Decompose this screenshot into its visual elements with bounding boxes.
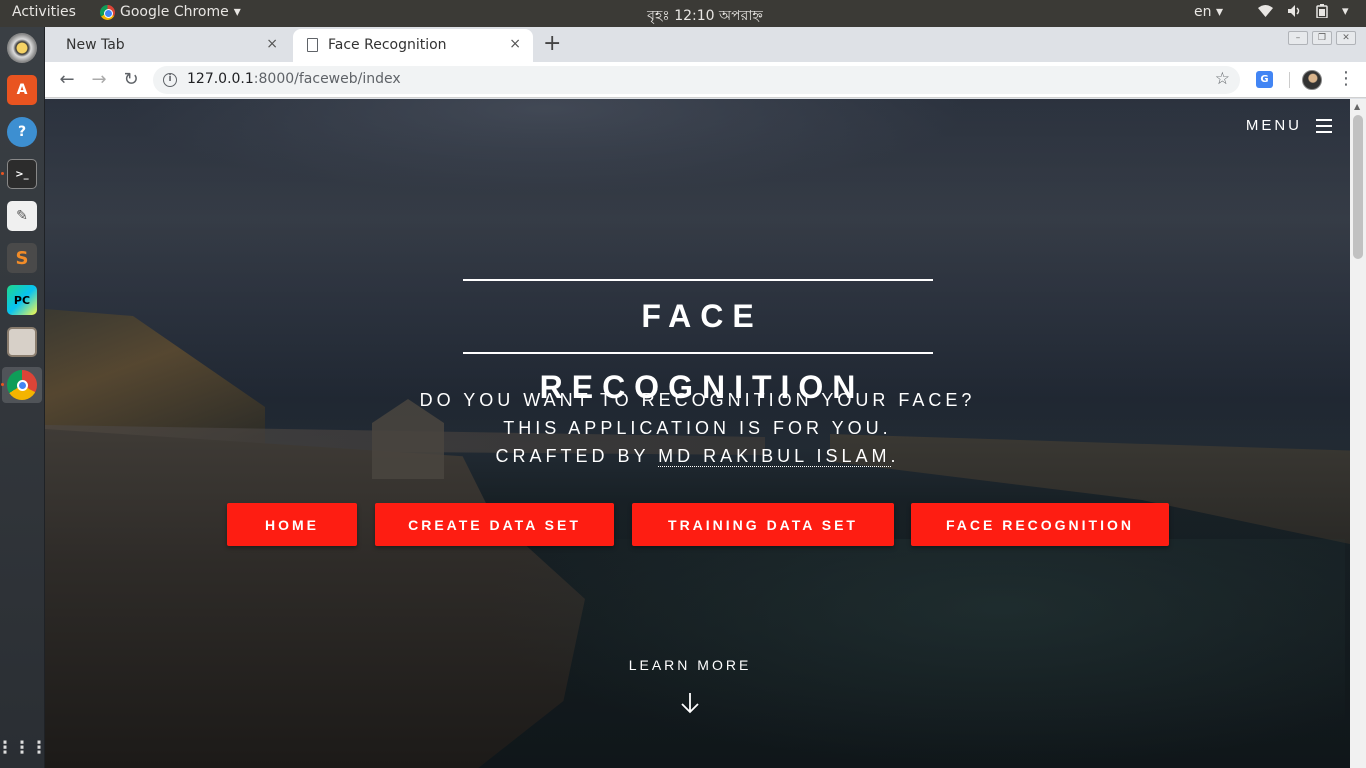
- forward-icon[interactable]: →: [87, 68, 111, 92]
- scroll-up-icon[interactable]: ▲: [1354, 102, 1360, 111]
- chrome-window: New Tab × Face Recognition × + – ❐ ✕ ← →…: [45, 27, 1366, 768]
- training-data-set-button[interactable]: TRAINING DATA SET: [632, 503, 894, 546]
- ubuntu-software-icon[interactable]: A: [7, 75, 37, 105]
- page-viewport: FACE RECOGNITION DO YOU WANT TO RECOGNIT…: [45, 99, 1350, 768]
- document-icon: [307, 38, 318, 52]
- toolbar-divider: [1289, 72, 1290, 88]
- terminal-icon[interactable]: >_: [7, 159, 37, 189]
- chevron-down-icon: ▾: [1215, 4, 1223, 20]
- close-icon[interactable]: ×: [266, 36, 278, 52]
- maximize-icon[interactable]: ❐: [1312, 31, 1332, 45]
- hero-subtitle: DO YOU WANT TO RECOGNITION YOUR FACE? TH…: [45, 386, 1350, 470]
- arrow-down-icon[interactable]: [678, 691, 702, 715]
- browser-toolbar: ← → ↻ i 127.0.0.1:8000/faceweb/index ☆ G…: [45, 62, 1366, 98]
- reload-icon[interactable]: ↻: [119, 68, 143, 92]
- launcher-dock: A ? >_ ✎ S PC ⋮⋮⋮: [0, 27, 48, 768]
- new-tab-button[interactable]: +: [543, 31, 561, 56]
- clock[interactable]: বৃহঃ 12:10 অপরাহ্ন: [0, 4, 1366, 28]
- create-data-set-button[interactable]: CREATE DATA SET: [375, 503, 614, 546]
- subtitle-line: DO YOU WANT TO RECOGNITION YOUR FACE?: [419, 390, 976, 410]
- tab-title: New Tab: [66, 37, 125, 53]
- language-indicator[interactable]: en ▾: [1194, 4, 1223, 20]
- credit-suffix: .: [890, 446, 900, 466]
- tab-strip: New Tab × Face Recognition × + – ❐ ✕: [45, 27, 1366, 62]
- hamburger-icon: [1316, 118, 1332, 133]
- show-applications-icon[interactable]: ⋮⋮⋮: [0, 733, 48, 763]
- tab-title: Face Recognition: [328, 37, 447, 53]
- title-box: FACE RECOGNITION: [463, 279, 933, 405]
- star-icon[interactable]: ☆: [1215, 69, 1230, 89]
- chrome-icon[interactable]: [7, 370, 37, 400]
- close-icon[interactable]: ×: [509, 36, 521, 52]
- pycharm-icon[interactable]: PC: [7, 285, 37, 315]
- home-button[interactable]: HOME: [227, 503, 357, 546]
- profile-icon[interactable]: [1302, 70, 1322, 90]
- url-text: 127.0.0.1:8000/faceweb/index: [187, 71, 401, 87]
- rhythmbox-icon[interactable]: [7, 33, 37, 63]
- url-host: 127.0.0.1: [187, 71, 254, 87]
- tab-new-tab[interactable]: New Tab ×: [45, 29, 290, 62]
- translate-icon[interactable]: G: [1256, 71, 1273, 88]
- menu-label: MENU: [1245, 117, 1302, 134]
- volume-icon: [1288, 5, 1300, 17]
- close-window-icon[interactable]: ✕: [1336, 31, 1356, 45]
- credit-prefix: CRAFTED BY: [495, 446, 659, 466]
- window-controls: – ❐ ✕: [1288, 31, 1356, 45]
- url-path: :8000/faceweb/index: [253, 71, 401, 87]
- info-icon[interactable]: i: [163, 73, 177, 87]
- minimize-icon[interactable]: –: [1288, 31, 1308, 45]
- help-icon[interactable]: ?: [7, 117, 37, 147]
- language-label: en: [1194, 4, 1212, 20]
- subtitle-line: THIS APPLICATION IS FOR YOU.: [503, 418, 892, 438]
- running-indicator: [1, 383, 4, 386]
- kebab-icon[interactable]: ⋮: [1337, 68, 1355, 89]
- learn-more-link[interactable]: LEARN MORE: [45, 657, 1335, 673]
- menu-button[interactable]: MENU: [1246, 117, 1332, 134]
- sublime-text-icon[interactable]: S: [7, 243, 37, 273]
- face-recognition-button[interactable]: FACE RECOGNITION: [911, 503, 1169, 546]
- system-menu[interactable]: ▾: [1258, 4, 1349, 19]
- scrollbar-thumb[interactable]: [1353, 115, 1363, 259]
- back-icon[interactable]: ←: [55, 68, 79, 92]
- author-link[interactable]: MD RAKIBUL ISLAM: [658, 446, 891, 467]
- wifi-icon: [1258, 5, 1273, 17]
- subtitle-line: CRAFTED BY MD RAKIBUL ISLAM.: [45, 442, 1350, 470]
- gnome-top-bar: Activities Google Chrome ▾ বৃহঃ 12:10 অপ…: [0, 0, 1366, 27]
- battery-icon: [1316, 4, 1328, 18]
- running-indicator: [1, 172, 4, 175]
- text-editor-icon[interactable]: ✎: [7, 201, 37, 231]
- files-icon[interactable]: [7, 327, 37, 357]
- page-scrollbar[interactable]: ▲: [1350, 99, 1366, 768]
- hero-section: FACE RECOGNITION DO YOU WANT TO RECOGNIT…: [45, 99, 1350, 768]
- tab-face-recognition[interactable]: Face Recognition ×: [293, 29, 533, 62]
- chevron-down-icon: ▾: [1342, 4, 1349, 19]
- address-bar[interactable]: i 127.0.0.1:8000/faceweb/index ☆: [153, 66, 1240, 94]
